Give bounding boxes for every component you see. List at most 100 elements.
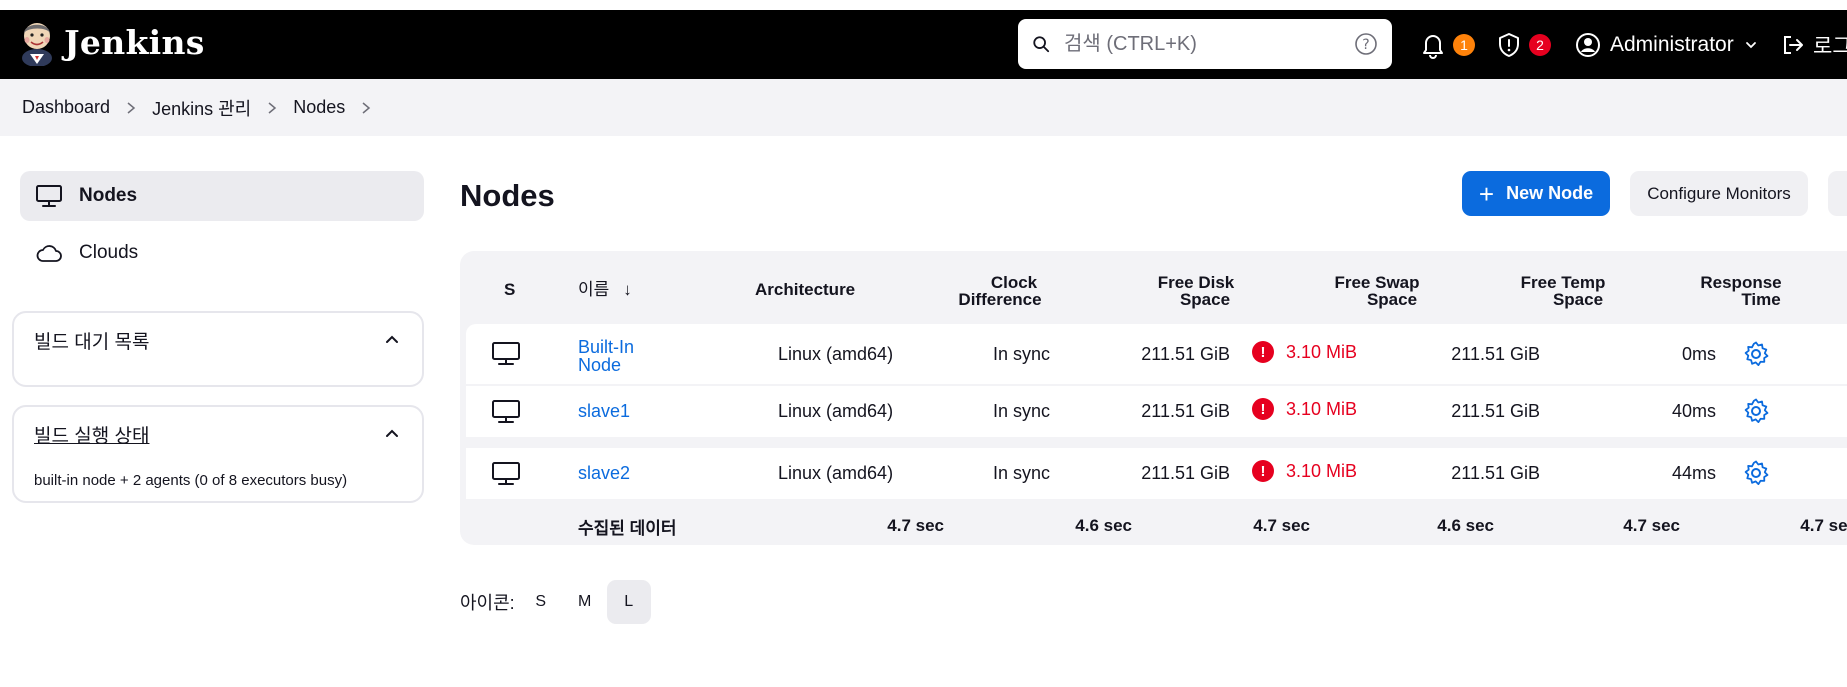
header-swap-1: Free Swap <box>1334 273 1420 292</box>
table-row: Built-In Node Linux (amd64) In sync 211.… <box>466 324 1847 384</box>
breadcrumb-nodes[interactable]: Nodes <box>293 97 345 118</box>
logout-button[interactable]: 로그아웃 <box>1781 10 1847 79</box>
configure-monitors-button[interactable]: Configure Monitors <box>1630 171 1808 216</box>
jenkins-butler-icon <box>20 18 54 66</box>
header-temp-1: Free Temp <box>1520 273 1606 292</box>
table-row: slave1 Linux (amd64) In sync 211.51 GiB … <box>466 386 1847 437</box>
notifications-button[interactable]: 1 <box>1420 10 1475 79</box>
page-title: Nodes <box>460 178 555 213</box>
header-free-temp[interactable]: Free Temp Space <box>1508 274 1618 308</box>
clock-cell: In sync <box>992 344 1050 364</box>
window-top-strip <box>0 0 1847 10</box>
temp-cell: 211.51 GiB <box>1451 401 1540 421</box>
header-clock-2: Difference <box>958 290 1042 309</box>
nodes-table: S 이름 ↓ Architecture Clock Difference Fre… <box>460 251 1847 545</box>
sidebar-item-clouds[interactable]: Clouds <box>20 228 424 278</box>
architecture-cell: Linux (amd64) <box>778 463 894 483</box>
header-temp-2: Space <box>1552 290 1604 309</box>
node-name-link[interactable]: Built-In Node <box>578 338 634 374</box>
warning-icon: ! <box>1252 398 1274 420</box>
response-cell: 44ms <box>1671 463 1716 483</box>
chevron-up-icon[interactable] <box>384 425 400 441</box>
sidebar-item-label: Nodes <box>79 185 138 206</box>
search-box[interactable]: ? <box>1018 19 1392 69</box>
logout-icon <box>1781 33 1805 57</box>
icon-size-s[interactable]: S <box>519 580 563 624</box>
plus-icon: + <box>1478 178 1495 209</box>
computer-icon <box>491 461 521 487</box>
gear-icon[interactable] <box>1742 397 1770 425</box>
disk-cell: 211.51 GiB <box>1141 463 1230 483</box>
disk-cell: 211.51 GiB <box>1141 344 1230 364</box>
jenkins-logo-link[interactable]: Jenkins <box>20 18 205 66</box>
breadcrumb: Dashboard Jenkins 관리 Nodes <box>0 79 1847 136</box>
logout-label: 로그아웃 <box>1813 34 1847 58</box>
response-cell: 0ms <box>1681 344 1716 364</box>
node-name-link[interactable]: slave1 <box>578 401 630 422</box>
user-avatar-icon <box>1575 32 1601 58</box>
swap-cell: ! 3.10 MiB <box>1252 460 1357 482</box>
response-cell: 40ms <box>1671 401 1716 421</box>
footer-response: 4.7 sec <box>1800 516 1847 535</box>
header-architecture[interactable]: Architecture <box>755 281 855 298</box>
header-status[interactable]: S <box>504 281 515 298</box>
top-header: Jenkins ? 1 2 Administrator <box>0 10 1847 79</box>
gear-icon[interactable] <box>1742 340 1770 368</box>
notifications-badge: 1 <box>1453 33 1475 56</box>
computer-icon <box>35 184 69 208</box>
node-name-line-1: Built-In <box>578 337 635 357</box>
chevron-up-icon[interactable] <box>384 331 400 347</box>
header-resp-2: Time <box>1741 290 1781 309</box>
new-node-button[interactable]: + New Node <box>1462 171 1610 216</box>
help-icon[interactable]: ? <box>1354 32 1378 56</box>
search-icon <box>1032 35 1050 53</box>
breadcrumb-dashboard[interactable]: Dashboard <box>22 97 110 118</box>
svg-text:?: ? <box>1362 37 1369 53</box>
architecture-cell: Linux (amd64) <box>778 344 894 364</box>
computer-icon <box>491 341 521 367</box>
swap-cell: ! 3.10 MiB <box>1252 341 1357 363</box>
executor-status-title[interactable]: 빌드 실행 상태 <box>34 421 149 448</box>
footer-clock: 4.6 sec <box>1075 516 1132 535</box>
header-free-swap[interactable]: Free Swap Space <box>1322 274 1432 308</box>
temp-cell: 211.51 GiB <box>1451 463 1540 483</box>
swap-value: 3.10 MiB <box>1286 398 1358 419</box>
header-free-disk[interactable]: Free Disk Space <box>1146 274 1246 308</box>
icon-size-m[interactable]: M <box>563 580 607 624</box>
icon-size-selector: 아이콘: S M L <box>460 580 651 624</box>
gear-icon[interactable] <box>1742 459 1770 487</box>
header-disk-2: Space <box>1179 290 1231 309</box>
bell-icon <box>1420 31 1446 59</box>
chevron-right-icon <box>267 101 277 115</box>
header-resp-1: Response <box>1700 273 1782 292</box>
build-queue-card: 빌드 대기 목록 <box>12 311 424 387</box>
node-name-link[interactable]: slave2 <box>578 463 630 484</box>
header-swap-2: Space <box>1366 290 1418 309</box>
header-name[interactable]: 이름 ↓ <box>578 281 632 298</box>
architecture-cell: Linux (amd64) <box>778 401 894 421</box>
header-disk-1: Free Disk <box>1157 273 1235 292</box>
footer-disk: 4.7 sec <box>1253 516 1310 535</box>
sort-arrow-icon: ↓ <box>623 280 632 299</box>
header-clock-1: Clock <box>990 273 1038 292</box>
footer-architecture: 4.7 sec <box>887 516 944 535</box>
warning-icon: ! <box>1252 341 1274 363</box>
header-clock-difference[interactable]: Clock Difference <box>950 274 1050 308</box>
chevron-down-icon <box>1744 38 1758 52</box>
chevron-right-icon[interactable] <box>361 101 371 115</box>
icon-size-l[interactable]: L <box>606 580 651 624</box>
disk-cell: 211.51 GiB <box>1141 401 1230 421</box>
executor-status-card: 빌드 실행 상태 built-in node + 2 agents (0 of … <box>12 405 424 503</box>
user-menu-button[interactable]: Administrator <box>1575 10 1758 79</box>
refresh-status-button[interactable] <box>1828 171 1847 216</box>
header-response-time[interactable]: Response Time <box>1686 274 1796 308</box>
user-name: Administrator <box>1610 32 1734 56</box>
swap-value: 3.10 MiB <box>1286 341 1358 362</box>
breadcrumb-jenkins-manage[interactable]: Jenkins 관리 <box>152 95 251 121</box>
temp-cell: 211.51 GiB <box>1451 344 1540 364</box>
node-name-line-2: Node <box>578 355 622 375</box>
sidebar-item-nodes[interactable]: Nodes <box>20 171 424 221</box>
executor-status-text: built-in node + 2 agents (0 of 8 executo… <box>34 472 348 489</box>
search-input[interactable] <box>1064 32 1354 56</box>
security-button[interactable]: 2 <box>1496 10 1551 79</box>
